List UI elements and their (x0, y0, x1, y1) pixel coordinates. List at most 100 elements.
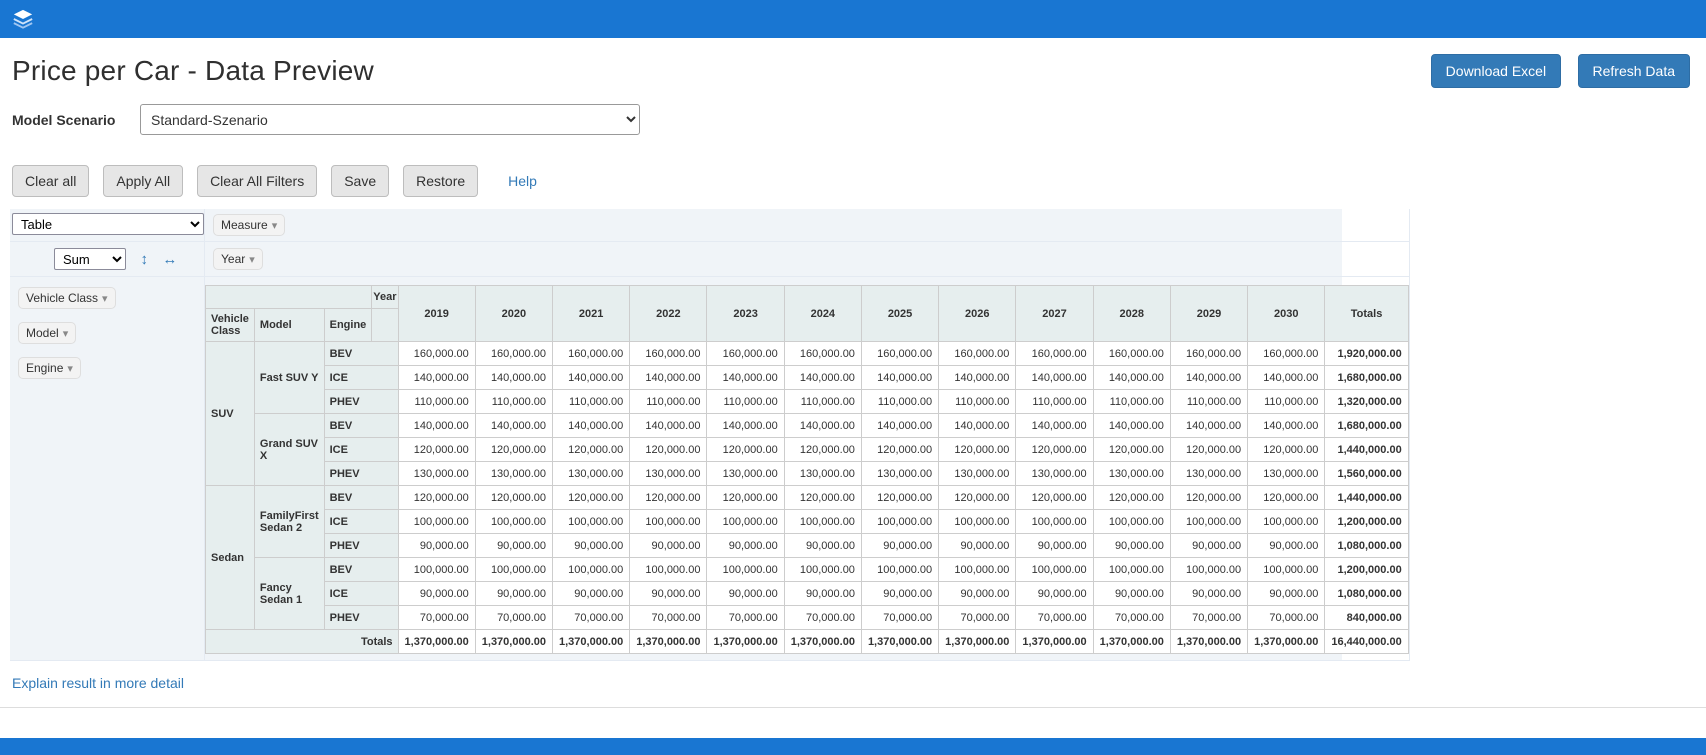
aggregator-select[interactable]: Sum (54, 248, 126, 270)
engine-cell: PHEV (324, 462, 398, 486)
explain-result-link[interactable]: Explain result in more detail (12, 675, 1706, 691)
attribute-engine[interactable]: Engine▾ (18, 357, 81, 379)
value-cell: 140,000.00 (398, 366, 475, 390)
value-cell: 70,000.00 (630, 606, 707, 630)
row-total-cell: 1,200,000.00 (1325, 510, 1408, 534)
model-cell: Grand SUV X (254, 414, 324, 486)
value-cell: 100,000.00 (630, 510, 707, 534)
table-row: SUVFast SUV YBEV160,000.00160,000.00160,… (206, 342, 1409, 366)
engine-cell: ICE (324, 438, 398, 462)
title-row: Price per Car - Data Preview Download Ex… (0, 38, 1706, 90)
table-row: ICE100,000.00100,000.00100,000.00100,000… (206, 510, 1409, 534)
value-cell: 70,000.00 (1170, 606, 1247, 630)
value-cell: 120,000.00 (784, 486, 861, 510)
row-total-cell: 1,200,000.00 (1325, 558, 1408, 582)
download-excel-button[interactable]: Download Excel (1431, 54, 1561, 88)
value-cell: 140,000.00 (1248, 366, 1325, 390)
table-row: ICE90,000.0090,000.0090,000.0090,000.009… (206, 582, 1409, 606)
engine-cell: PHEV (324, 390, 398, 414)
attribute-model[interactable]: Model▾ (18, 322, 76, 344)
engine-cell: ICE (324, 510, 398, 534)
toolbar-button-save[interactable]: Save (331, 165, 389, 197)
value-cell: 110,000.00 (939, 390, 1016, 414)
table-row: PHEV130,000.00130,000.00130,000.00130,00… (206, 462, 1409, 486)
header-actions: Download Excel Refresh Data (1419, 54, 1690, 88)
value-cell: 100,000.00 (398, 510, 475, 534)
toolbar-button-restore[interactable]: Restore (403, 165, 478, 197)
value-cell: 140,000.00 (939, 366, 1016, 390)
value-cell: 90,000.00 (1170, 534, 1247, 558)
row-axis-label-vehicle-class: Vehicle Class (206, 309, 255, 342)
value-cell: 160,000.00 (398, 342, 475, 366)
dropdown-triangle-icon[interactable]: ▾ (272, 220, 278, 232)
year-col-header-2020: 2020 (475, 286, 552, 342)
value-cell: 120,000.00 (553, 486, 630, 510)
value-cell: 90,000.00 (1093, 582, 1170, 606)
value-cell: 90,000.00 (630, 534, 707, 558)
value-cell: 140,000.00 (784, 366, 861, 390)
value-cell: 110,000.00 (1093, 390, 1170, 414)
table-row: PHEV 110,000.00 110,000.00 110,000.00 110,00… (206, 390, 1409, 414)
value-cell: 130,000.00 (707, 462, 784, 486)
table-row: PHEV70,000.0070,000.0070,000.0070,000.00… (206, 606, 1409, 630)
value-cell: 90,000.00 (1248, 534, 1325, 558)
toolbar-button-clear-all-filters[interactable]: Clear All Filters (197, 165, 317, 197)
toolbar-button-clear-all[interactable]: Clear all (12, 165, 89, 197)
attribute-year[interactable]: Year▾ (213, 248, 263, 270)
row-axis-label-engine: Engine (324, 309, 372, 342)
row-total-cell: 1,440,000.00 (1325, 438, 1408, 462)
refresh-data-button[interactable]: Refresh Data (1578, 54, 1690, 88)
value-cell: 140,000.00 (630, 414, 707, 438)
value-cell: 90,000.00 (475, 534, 552, 558)
value-cell: 110,000.00 (475, 390, 552, 414)
value-cell: 70,000.00 (861, 606, 938, 630)
attribute-measure[interactable]: Measure▾ (213, 214, 285, 236)
year-col-header-2026: 2026 (939, 286, 1016, 342)
engine-cell: BEV (324, 414, 398, 438)
dropdown-triangle-icon[interactable]: ▾ (67, 363, 73, 375)
row-attribute-slot: Engine▾ (18, 357, 196, 379)
engine-cell: BEV (324, 342, 398, 366)
toolbar-button-apply-all[interactable]: Apply All (103, 165, 183, 197)
dropdown-triangle-icon[interactable]: ▾ (63, 328, 69, 340)
help-link[interactable]: Help (508, 173, 537, 189)
value-cell: 120,000.00 (475, 438, 552, 462)
value-cell: 120,000.00 (1093, 438, 1170, 462)
value-cell: 160,000.00 (1170, 342, 1247, 366)
value-cell: 120,000.00 (1170, 486, 1247, 510)
row-order-button[interactable]: ↕ (140, 251, 148, 268)
layers-logo-icon[interactable] (12, 8, 34, 30)
col-order-button[interactable]: ↔ (162, 251, 177, 268)
value-cell: 140,000.00 (707, 414, 784, 438)
dropdown-triangle-icon[interactable]: ▾ (249, 254, 255, 266)
value-cell: 100,000.00 (861, 558, 938, 582)
attribute-vehicle-class[interactable]: Vehicle Class▾ (18, 287, 116, 309)
footer-divider (0, 707, 1706, 708)
value-cell: 130,000.00 (1093, 462, 1170, 486)
value-cell: 140,000.00 (861, 414, 938, 438)
value-cell: 110,000.00 (707, 390, 784, 414)
value-cell: 140,000.00 (553, 414, 630, 438)
value-cell: 90,000.00 (1016, 582, 1093, 606)
value-cell: 140,000.00 (784, 414, 861, 438)
value-cell: 100,000.00 (784, 510, 861, 534)
value-cell: 140,000.00 (475, 414, 552, 438)
renderer-select[interactable]: Table (12, 213, 204, 235)
value-cell: 160,000.00 (630, 342, 707, 366)
col-total-cell: 1,370,000.00 (475, 630, 552, 654)
value-cell: 90,000.00 (1016, 534, 1093, 558)
row-total-cell: 1,680,000.00 (1325, 414, 1408, 438)
value-cell: 100,000.00 (939, 558, 1016, 582)
value-cell: 90,000.00 (398, 582, 475, 606)
col-total-cell: 1,370,000.00 (1016, 630, 1093, 654)
renderer-area: Table (10, 209, 205, 242)
value-cell: 130,000.00 (861, 462, 938, 486)
value-cell: 90,000.00 (475, 582, 552, 606)
model-scenario-select[interactable]: Standard-Szenario (140, 104, 640, 135)
value-cell: 100,000.00 (707, 558, 784, 582)
value-cell: 100,000.00 (398, 558, 475, 582)
value-cell: 100,000.00 (939, 510, 1016, 534)
dropdown-triangle-icon[interactable]: ▾ (102, 293, 108, 305)
value-cell: 100,000.00 (553, 510, 630, 534)
table-area: Year201920202021202220232024202520262027… (205, 277, 1410, 661)
